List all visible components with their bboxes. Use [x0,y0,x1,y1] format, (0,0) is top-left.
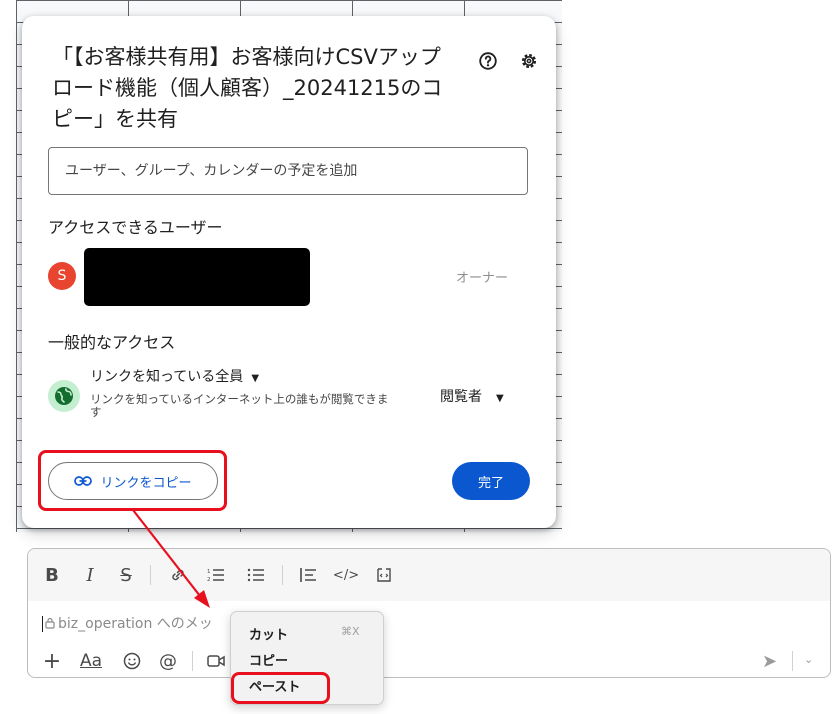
plus-icon[interactable]: + [40,649,64,674]
format-text-icon[interactable]: Aa [76,649,106,673]
annotation-highlight-paste [231,672,330,704]
menu-item-label: カット [249,628,289,643]
avatar: S [48,262,76,290]
done-button[interactable]: 完了 [452,462,530,500]
redacted-user-info [84,248,310,306]
menu-item-cut[interactable]: カット ⌘X [231,622,383,644]
strikethrough-icon[interactable]: S [114,561,138,589]
italic-icon[interactable]: I [78,561,102,589]
dropdown-caret-icon: ▼ [496,393,504,404]
access-users-heading: アクセスできるユーザー [48,218,223,237]
message-input[interactable]: biz_operation へのメッ [42,613,213,633]
owner-role-label: オーナー [456,271,509,286]
menu-item-label: コピー [249,654,289,669]
dropdown-caret-icon: ▼ [251,373,260,384]
text-cursor [42,616,43,632]
link-scope-dropdown[interactable]: リンクを知っている全員 ▼ [90,366,259,386]
link-scope-label: リンクを知っている全員 [90,369,244,385]
done-label: 完了 [477,475,504,491]
toolbar-divider [282,565,283,585]
code-icon[interactable]: </> [333,561,359,589]
bold-icon[interactable]: B [40,561,64,589]
svg-text:1: 1 [207,569,211,575]
format-text-label: Aa [79,651,103,671]
send-options-icon[interactable]: ⌄ [804,653,813,666]
menu-item-shortcut: ⌘X [341,625,360,638]
annotation-highlight-copy [38,450,227,511]
link-role-label: 閲覧者 [440,389,482,405]
link-icon[interactable] [166,561,190,589]
add-people-input[interactable] [48,147,528,195]
globe-icon [48,380,80,412]
ordered-list-icon[interactable]: 12 [204,561,228,589]
mention-icon[interactable]: @ [156,649,180,673]
gear-icon[interactable] [518,50,540,72]
link-description: リンクを知っているインターネット上の誰もが閲覧できます [90,392,389,419]
message-placeholder: biz_operation へのメッ [58,616,213,632]
blockquote-icon[interactable] [296,561,320,589]
dialog-title: 「【お客様共有用】お客様向けCSVアップロード機能（個人顧客）_20241215… [52,45,443,131]
bulleted-list-icon[interactable] [244,561,268,589]
code-block-icon[interactable] [372,561,396,589]
link-role-dropdown[interactable]: 閲覧者 ▼ [440,386,504,406]
video-icon[interactable] [204,649,228,673]
emoji-icon[interactable] [120,649,144,673]
menu-item-copy[interactable]: コピー [231,648,383,670]
message-composer: B I S 12 </> biz_operation へのメッ + Aa @ ➤… [27,548,831,678]
send-divider [792,651,793,671]
lock-icon [45,617,55,629]
toolbar-divider [192,651,193,671]
formatting-toolbar [28,549,830,601]
svg-text:2: 2 [207,577,211,583]
toolbar-divider [150,565,151,585]
send-icon[interactable]: ➤ [762,651,777,672]
help-icon[interactable] [477,50,499,72]
general-access-heading: 一般的なアクセス [48,333,176,352]
